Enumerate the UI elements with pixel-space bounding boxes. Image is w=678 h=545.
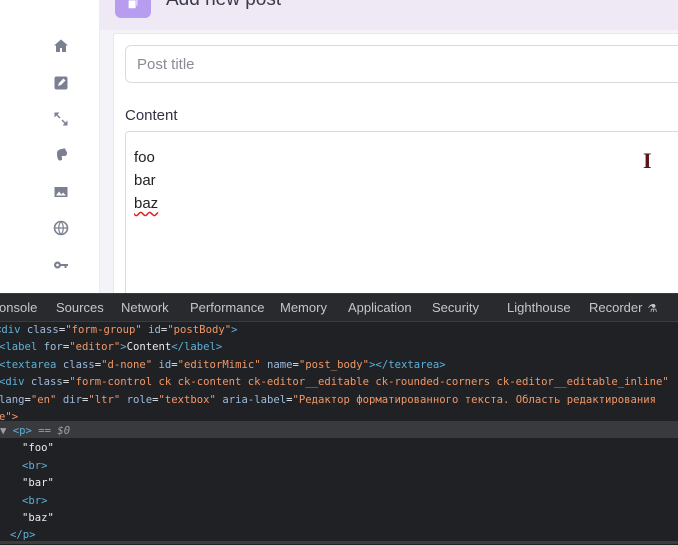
dom-node[interactable]: <div class="form-group" id="postBody"> [0, 322, 237, 339]
expand-icon[interactable] [52, 110, 70, 128]
tab-security[interactable]: Security [432, 300, 479, 315]
edit-icon[interactable] [52, 74, 70, 92]
tab-recorder-label: Recorder [589, 300, 643, 315]
app-area: Add new post Content foo bar baz I [0, 0, 678, 293]
dom-text-node[interactable]: "bar" [22, 475, 54, 492]
editor-line: baz [134, 195, 159, 212]
home-icon[interactable] [52, 37, 70, 55]
dom-node[interactable]: <label for="editor">Content</label> [0, 339, 222, 356]
editor-line: bar [134, 172, 156, 189]
copy-icon [115, 0, 151, 18]
globe-icon[interactable] [52, 219, 70, 237]
dom-node[interactable]: <div class="form-control ck ck-content c… [0, 374, 669, 391]
tab-network[interactable]: Network [121, 300, 169, 315]
tab-lighthouse[interactable]: Lighthouse [507, 300, 571, 315]
sidebar [0, 0, 100, 293]
post-title-input[interactable] [125, 45, 678, 83]
elements-tree: <div class="form-group" id="postBody"> <… [0, 322, 678, 545]
tab-console[interactable]: onsole [0, 300, 37, 315]
tab-performance[interactable]: Performance [190, 300, 264, 315]
dom-text-node[interactable]: "baz" [22, 510, 54, 527]
dom-node[interactable]: <br> [22, 458, 48, 475]
tab-sources[interactable]: Sources [56, 300, 104, 315]
selected-node-highlight [0, 421, 678, 438]
dom-text-node[interactable]: "foo" [22, 440, 54, 457]
tab-application[interactable]: Application [348, 300, 412, 315]
text-cursor-icon: I [643, 148, 652, 173]
key-icon[interactable] [52, 256, 70, 274]
content-editor[interactable]: foo bar baz [125, 131, 678, 293]
dom-node-p-selected[interactable]: ▼ <p> == $0 [0, 423, 70, 440]
content-label: Content [125, 107, 178, 124]
dom-node[interactable]: <br> [22, 493, 48, 510]
page-title: Add new post [166, 0, 281, 12]
tab-recorder[interactable]: Recorder ⚗ [589, 300, 657, 315]
editor-line: foo [134, 149, 155, 166]
expand-triangle-icon[interactable]: ▼ [0, 425, 6, 437]
devtools-panel: onsole Sources Network Performance Memor… [0, 293, 678, 545]
tab-memory[interactable]: Memory [280, 300, 327, 315]
image-icon[interactable] [52, 183, 70, 201]
dom-node[interactable]: <textarea class="d-none" id="editorMimic… [0, 357, 446, 374]
devtools-tabbar: onsole Sources Network Performance Memor… [0, 294, 678, 322]
flask-icon: ⚗ [647, 303, 658, 315]
dom-node-continued: lang="en" dir="ltr" role="textbox" aria-… [0, 393, 657, 406]
palette-icon[interactable] [52, 146, 70, 164]
